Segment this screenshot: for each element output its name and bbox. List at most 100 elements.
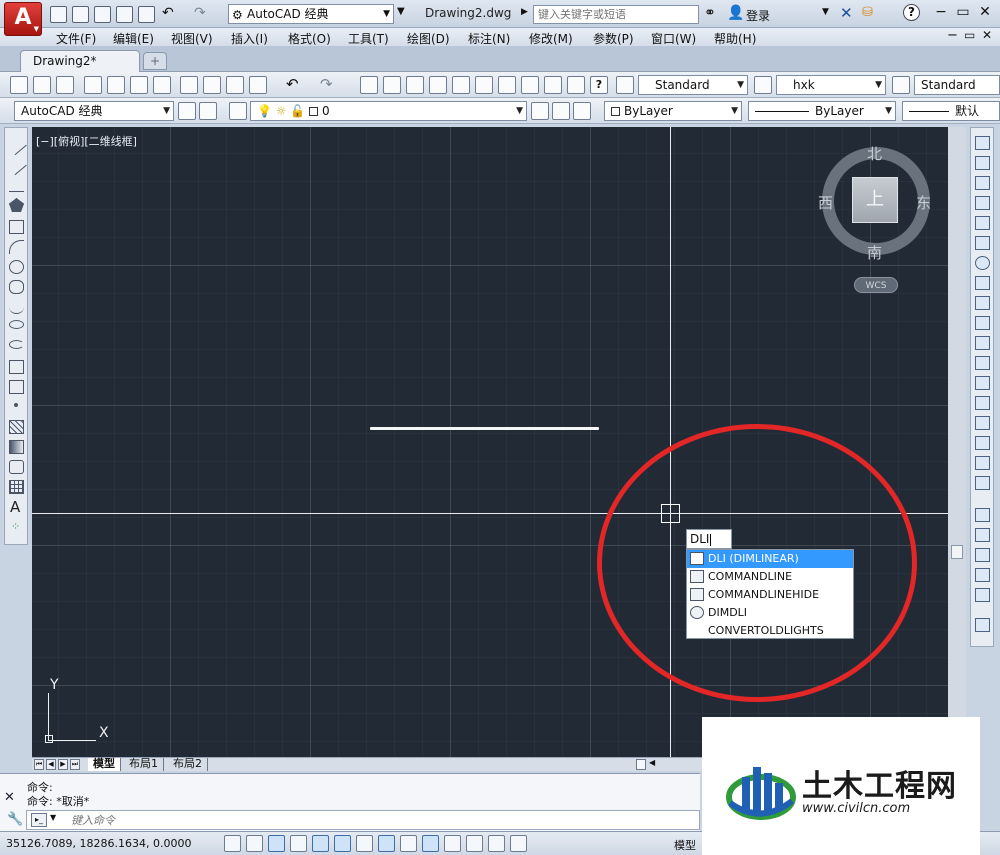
menu-dimension[interactable]: 标注(N) xyxy=(468,30,510,47)
dim-style-icon[interactable] xyxy=(754,76,772,94)
table-style-icon[interactable] xyxy=(892,76,910,94)
copy-icon[interactable] xyxy=(203,76,221,94)
dim-style-select[interactable]: hxk ▼ xyxy=(776,75,886,95)
arc-icon[interactable] xyxy=(9,240,24,254)
login-dropdown-icon[interactable]: ▼ xyxy=(822,7,829,17)
markup-icon[interactable] xyxy=(544,76,562,94)
circle-icon[interactable] xyxy=(9,260,24,274)
match-properties-icon[interactable] xyxy=(249,76,267,94)
close-command-window-icon[interactable]: ✕ xyxy=(4,790,15,805)
open-icon[interactable] xyxy=(33,76,51,94)
copy-object-icon[interactable] xyxy=(975,156,990,170)
selection-cycling-icon[interactable] xyxy=(510,835,527,852)
ortho-mode-icon[interactable] xyxy=(290,835,307,852)
menu-tools[interactable]: 工具(T) xyxy=(348,30,389,47)
save-icon[interactable] xyxy=(94,6,111,23)
previous-layout-button[interactable]: ◀ xyxy=(46,759,56,770)
bring-above-icon[interactable] xyxy=(975,548,990,562)
model-space-button[interactable]: 模型 xyxy=(674,837,696,853)
user-icon[interactable]: 👤 xyxy=(727,5,744,21)
workspace-save-icon[interactable] xyxy=(199,102,217,120)
workspace-select[interactable]: AutoCAD 经典 ▼ xyxy=(14,101,174,121)
tool-palettes-icon[interactable] xyxy=(498,76,516,94)
dynamic-ucs-icon[interactable] xyxy=(400,835,417,852)
offset-icon[interactable] xyxy=(975,196,990,210)
redo-icon[interactable]: ↷ xyxy=(194,5,206,21)
infer-constraints-icon[interactable] xyxy=(224,835,241,852)
hatch-to-back-icon[interactable] xyxy=(975,618,990,632)
table-icon[interactable] xyxy=(9,480,24,494)
zoom-window-icon[interactable] xyxy=(406,76,424,94)
pan-hand-icon[interactable] xyxy=(360,76,378,94)
make-current-layer-icon[interactable] xyxy=(531,102,549,120)
ellipse-icon[interactable] xyxy=(9,320,24,329)
print-icon[interactable] xyxy=(138,6,155,23)
ellipse-arc-icon[interactable] xyxy=(9,340,24,349)
multiline-text-icon[interactable]: A xyxy=(10,498,20,516)
compass-south[interactable]: 南 xyxy=(867,242,882,263)
doc-restore-button[interactable]: ▭ xyxy=(964,28,975,42)
vertical-scrollbar[interactable] xyxy=(948,127,966,757)
menu-file[interactable]: 文件(F) xyxy=(56,30,96,47)
last-layout-button[interactable]: ⏭ xyxy=(70,759,80,770)
zoom-previous-icon[interactable] xyxy=(429,76,447,94)
command-prompt-icon[interactable]: ▸_ xyxy=(31,813,47,827)
menu-edit[interactable]: 编辑(E) xyxy=(113,30,154,47)
scroll-left-icon[interactable]: ◀ xyxy=(649,758,655,767)
binoculars-icon[interactable]: ⚭ xyxy=(704,5,716,21)
plot-icon[interactable] xyxy=(84,76,102,94)
tab-layout1[interactable]: 布局1 xyxy=(124,758,164,771)
lineweight-select[interactable]: 默认 xyxy=(902,101,1000,121)
new-tab-button[interactable]: + xyxy=(143,52,167,70)
design-center-icon[interactable] xyxy=(475,76,493,94)
spline-icon[interactable] xyxy=(9,300,24,314)
tab-model[interactable]: 模型 xyxy=(88,758,121,771)
point-icon[interactable] xyxy=(14,403,18,407)
3d-object-snap-icon[interactable] xyxy=(356,835,373,852)
blend-curves-icon[interactable] xyxy=(975,456,990,470)
send-under-icon[interactable] xyxy=(975,568,990,582)
move-icon[interactable] xyxy=(975,236,990,250)
recent-commands-icon[interactable]: ▼ xyxy=(50,813,56,822)
extend-icon[interactable] xyxy=(975,336,990,350)
object-snap-icon[interactable] xyxy=(334,835,351,852)
text-to-front-icon[interactable] xyxy=(975,588,990,602)
save-as-icon[interactable] xyxy=(116,6,133,23)
quick-properties-icon[interactable] xyxy=(488,835,505,852)
redo-icon[interactable]: ↷ xyxy=(320,75,333,93)
compass-west[interactable]: 西 xyxy=(818,192,833,213)
properties-icon[interactable] xyxy=(452,76,470,94)
viewcube-top-face[interactable]: 上 xyxy=(852,177,898,223)
erase-icon[interactable] xyxy=(975,136,990,150)
help-icon[interactable]: ? xyxy=(590,76,608,94)
grid-display-icon[interactable] xyxy=(268,835,285,852)
qnew-icon[interactable] xyxy=(10,76,28,94)
zoom-realtime-icon[interactable] xyxy=(383,76,401,94)
linetype-select[interactable]: ByLayer ▼ xyxy=(748,101,896,121)
undo-icon[interactable]: ↶ xyxy=(162,5,174,21)
lineweight-display-icon[interactable] xyxy=(444,835,461,852)
compass-east[interactable]: 东 xyxy=(916,192,931,213)
plot-preview-icon[interactable] xyxy=(107,76,125,94)
help-icon[interactable]: ? xyxy=(903,4,920,21)
mirror-icon[interactable] xyxy=(975,176,990,190)
color-select[interactable]: ByLayer ▼ xyxy=(604,101,742,121)
menu-draw[interactable]: 绘图(D) xyxy=(407,30,450,47)
layer-properties-icon[interactable] xyxy=(229,102,247,120)
menu-parametric[interactable]: 参数(P) xyxy=(593,30,634,47)
rotate-icon[interactable] xyxy=(975,256,990,270)
menu-help[interactable]: 帮助(H) xyxy=(714,30,756,47)
login-button[interactable]: 登录 xyxy=(746,7,770,24)
draw-order-back-icon[interactable] xyxy=(975,528,990,542)
gradient-icon[interactable] xyxy=(9,440,24,454)
maximize-button[interactable]: ▭ xyxy=(952,4,974,22)
coordinate-readout[interactable]: 35126.7089, 18286.1634, 0.0000 xyxy=(6,837,191,850)
undo-icon[interactable]: ↶ xyxy=(286,75,299,93)
revision-cloud-icon[interactable] xyxy=(9,280,24,294)
construction-line-icon[interactable] xyxy=(6,154,27,176)
layer-previous-icon[interactable] xyxy=(552,102,570,120)
chamfer-icon[interactable] xyxy=(975,416,990,430)
sheet-set-icon[interactable] xyxy=(521,76,539,94)
layer-select[interactable]: 💡 ☼ 🔓 0 ▼ xyxy=(250,101,527,121)
wcs-menu-button[interactable]: WCS xyxy=(854,277,898,293)
